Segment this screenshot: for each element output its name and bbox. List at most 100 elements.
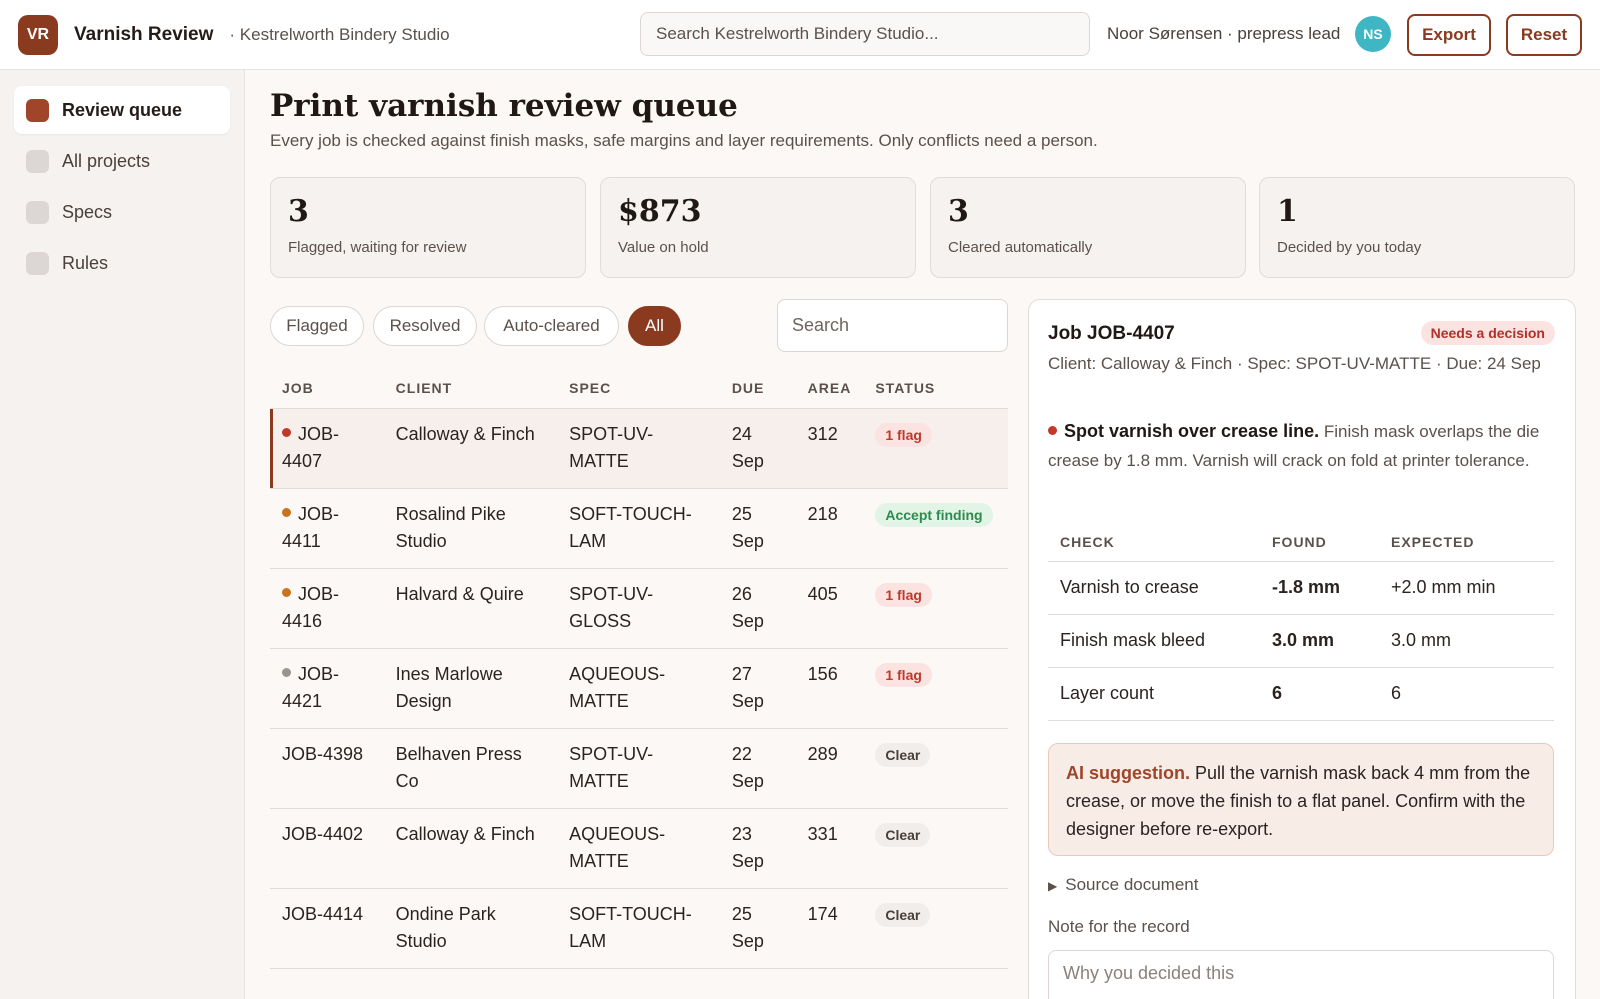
area-cell: 218 — [795, 488, 864, 569]
status-badge: 1 flag — [875, 582, 932, 607]
status-cell: Clear — [863, 808, 1008, 889]
client-cell: Halvard & Quire — [383, 568, 558, 649]
finding-dot-icon — [1048, 426, 1057, 436]
stat-label: Flagged, waiting for review — [288, 239, 467, 256]
top-bar: VR Varnish Review · Kestrelworth Bindery… — [0, 0, 1600, 70]
expected-value: +2.0 mm min — [1379, 561, 1554, 615]
sidebar-item-label: Review queue — [62, 99, 183, 120]
sidebar-item-label: All projects — [62, 150, 151, 171]
status-cell: Clear — [863, 728, 1008, 809]
status-cell: 1 flag — [863, 568, 1008, 649]
sidebar-item-review-queue[interactable]: Review queue — [14, 86, 230, 134]
table-row[interactable]: JOB-4407 Calloway & Finch SPOT-UV-MATTE 24 … — [270, 408, 1008, 489]
status-badge: 1 flag — [875, 662, 932, 687]
stat-label: Value on hold — [618, 239, 709, 256]
table-row[interactable]: JOB-4411 Rosalind Pike Studio SOFT-TOUCH-L… — [270, 488, 1008, 569]
area-cell: 174 — [795, 888, 864, 969]
table-row[interactable]: JOB-4414 Ondine Park Studio SOFT-TOUCH-LAM… — [270, 888, 1008, 969]
job-detail-panel: Job JOB-4407 Needs a decision Client: Ca… — [1028, 299, 1576, 999]
table-row[interactable]: JOB-4402 Calloway & Finch AQUEOUS-MATTE 23 … — [270, 808, 1008, 889]
stat-value: 3 — [288, 194, 309, 229]
check-name: Finish mask bleed — [1048, 614, 1260, 668]
list-search-placeholder: Search — [792, 315, 850, 335]
due-cell: 27 Sep — [719, 648, 796, 729]
app-title: Varnish Review — [74, 23, 214, 45]
spec-cell: SPOT-UV-MATTE — [557, 408, 720, 489]
avatar[interactable]: NS — [1355, 16, 1391, 52]
column-header-status: STATUS — [863, 368, 1008, 409]
stat-card-cleared: 3 Cleared automatically — [930, 177, 1246, 278]
job-id: JOB-4414 — [282, 903, 364, 924]
sidebar-item-rules[interactable]: Rules — [14, 239, 230, 287]
sidebar-item-all-projects[interactable]: All projects — [14, 137, 230, 185]
job-cell: JOB-4407 — [270, 408, 384, 489]
spec-cell: SOFT-TOUCH-LAM — [557, 488, 720, 569]
sidebar-item-label: Rules — [62, 252, 109, 273]
status-dot-icon — [282, 668, 291, 678]
status-badge: Clear — [875, 902, 931, 927]
status-badge: Needs a decision — [1420, 321, 1555, 345]
status-cell: 1 flag — [863, 408, 1008, 489]
stat-card-decided: 1 Decided by you today — [1259, 177, 1575, 278]
reset-button[interactable]: Reset — [1506, 14, 1582, 56]
column-header-check: CHECK — [1048, 523, 1260, 562]
status-cell: 1 flag — [863, 648, 1008, 729]
stat-value: $873 — [618, 194, 702, 229]
job-id: JOB-4402 — [282, 823, 364, 844]
found-value: -1.8 mm — [1260, 561, 1379, 615]
status-cell: Accept finding — [863, 488, 1008, 569]
table-row[interactable]: JOB-4398 Belhaven Press Co SPOT-UV-MATTE 22… — [270, 728, 1008, 809]
filter-flagged[interactable]: Flagged — [270, 306, 364, 346]
global-search-input[interactable]: Search Kestrelworth Bindery Studio... — [640, 12, 1090, 56]
sidebar-item-label: Specs — [62, 201, 113, 222]
detail-title: Job JOB-4407 — [1048, 323, 1175, 344]
table-row[interactable]: JOB-4421 Ines Marlowe Design AQUEOUS-MATTE… — [270, 648, 1008, 729]
area-cell: 405 — [795, 568, 864, 649]
checks-header-row: CHECK FOUND EXPECTED — [1048, 523, 1554, 562]
client-cell: Calloway & Finch — [383, 808, 558, 889]
column-header-area: AREA — [795, 368, 864, 409]
finding-title: Spot varnish over crease line. — [1064, 421, 1320, 441]
column-header-expected: EXPECTED — [1379, 523, 1554, 562]
check-row: Finish mask bleed 3.0 mm 3.0 mm — [1048, 614, 1554, 668]
global-search-placeholder: Search Kestrelworth Bindery Studio... — [656, 24, 939, 43]
client-cell: Ondine Park Studio — [383, 888, 558, 969]
export-button[interactable]: Export — [1407, 14, 1491, 56]
spec-cell: SPOT-UV-MATTE — [557, 728, 720, 809]
job-cell: JOB-4398 — [270, 728, 384, 809]
job-cell: JOB-4421 — [270, 648, 384, 729]
sidebar: Review queue All projects Specs Rules — [0, 70, 245, 999]
page-subtitle: Every job is checked against finish mask… — [270, 131, 1098, 150]
note-textarea[interactable]: Why you decided this — [1048, 950, 1554, 999]
source-document-toggle[interactable]: ▶ Source document — [1048, 875, 1198, 895]
status-dot-icon — [282, 428, 291, 438]
spec-cell: AQUEOUS-MATTE — [557, 648, 720, 729]
status-badge: Clear — [875, 822, 931, 847]
area-cell: 312 — [795, 408, 864, 489]
check-row: Layer count 6 6 — [1048, 667, 1554, 721]
found-value: 6 — [1260, 667, 1379, 721]
check-name: Varnish to crease — [1048, 561, 1260, 615]
due-cell: 25 Sep — [719, 888, 796, 969]
job-cell: JOB-4416 — [270, 568, 384, 649]
ai-suggestion-box: AI suggestion. Pull the varnish mask bac… — [1048, 743, 1554, 856]
area-cell: 331 — [795, 808, 864, 889]
sidebar-item-specs[interactable]: Specs — [14, 188, 230, 236]
expected-value: 3.0 mm — [1379, 614, 1554, 668]
ai-suggestion-label: AI suggestion. — [1066, 763, 1191, 783]
table-row[interactable]: JOB-4416 Halvard & Quire SPOT-UV-GLOSS 26 S… — [270, 568, 1008, 649]
filter-resolved[interactable]: Resolved — [373, 306, 477, 346]
column-header-client: CLIENT — [383, 368, 558, 409]
stat-value: 3 — [948, 194, 969, 229]
expected-value: 6 — [1379, 667, 1554, 721]
status-dot-icon — [282, 588, 291, 598]
job-cell: JOB-4414 — [270, 888, 384, 969]
filter-auto-cleared[interactable]: Auto-cleared — [484, 306, 619, 346]
list-search-input[interactable]: Search — [777, 299, 1008, 352]
due-cell: 25 Sep — [719, 488, 796, 569]
spec-cell: SOFT-TOUCH-LAM — [557, 888, 720, 969]
stat-label: Decided by you today — [1277, 239, 1422, 256]
job-id: JOB-4398 — [282, 743, 364, 764]
filter-all[interactable]: All — [628, 306, 681, 346]
client-cell: Rosalind Pike Studio — [383, 488, 558, 569]
